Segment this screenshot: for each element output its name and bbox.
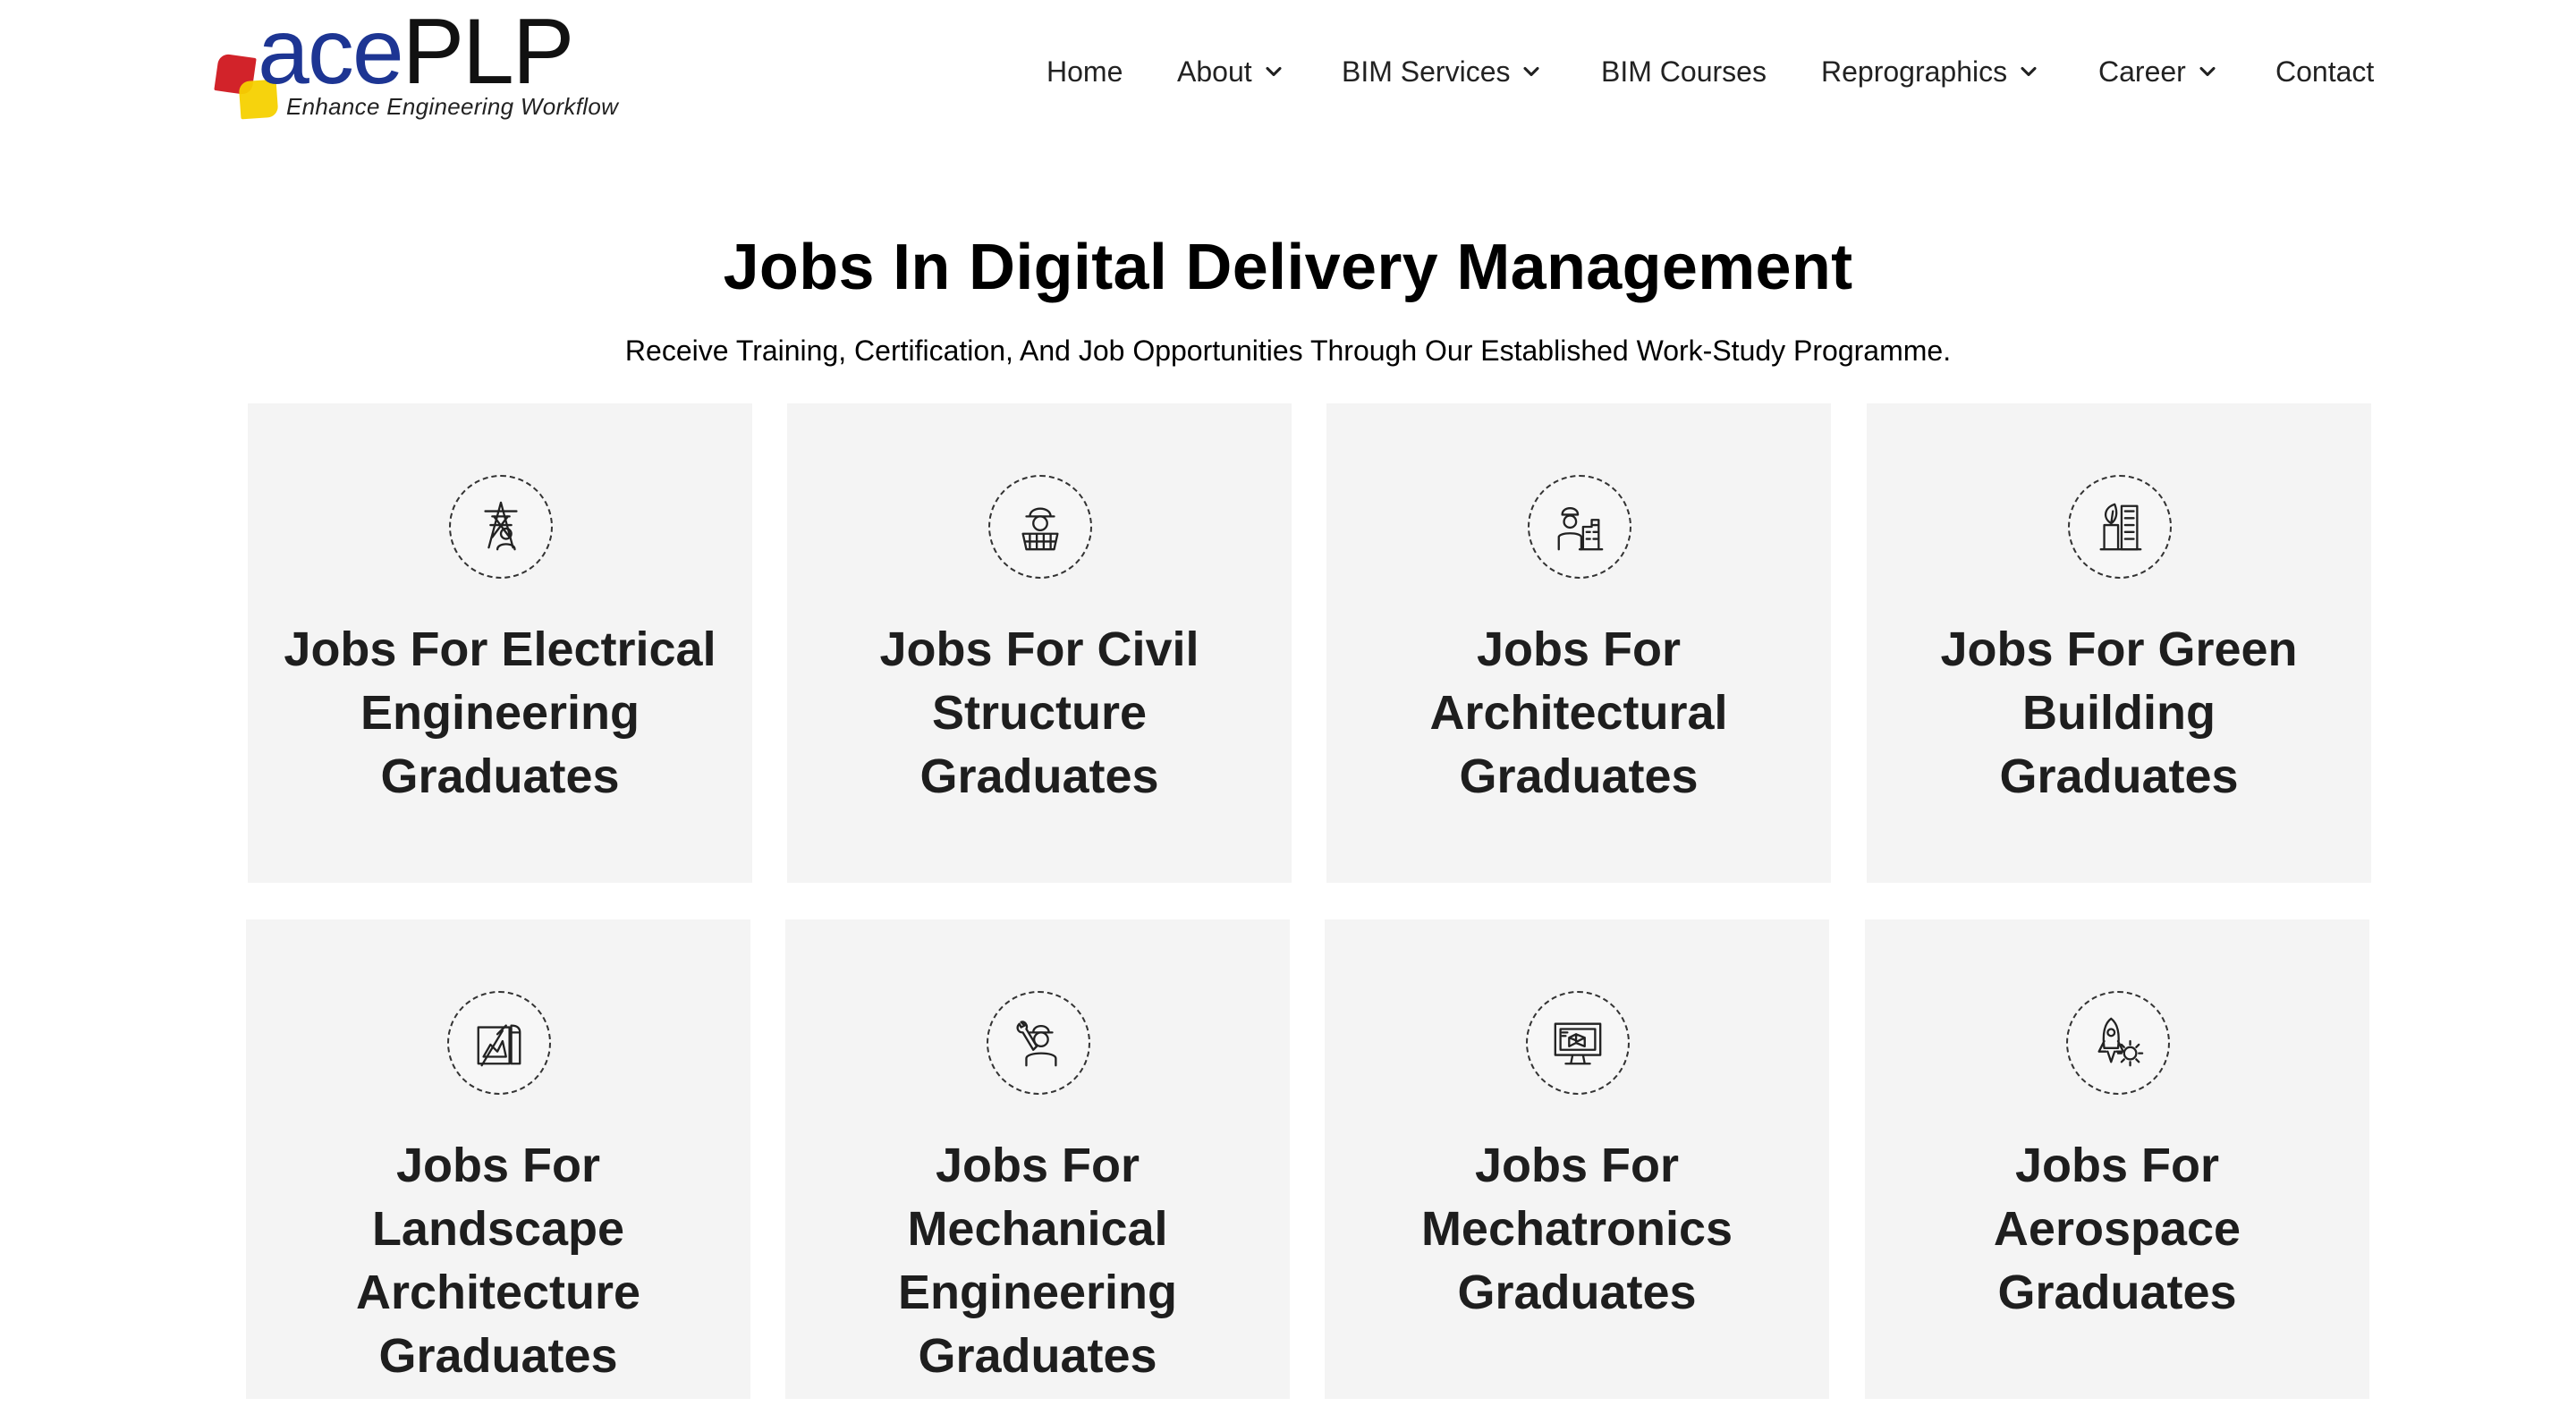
job-card-title-line: Jobs For Landscape — [371, 1139, 625, 1256]
job-card-title-line: Graduates — [378, 1329, 618, 1383]
job-card-title-line: Architecture — [355, 1266, 641, 1319]
job-card-title: Jobs For Green Building Graduates — [1885, 618, 2353, 809]
job-card-title-line: Graduates — [380, 750, 620, 803]
job-card-title: Jobs For Aerospace Graduates — [1883, 1134, 2351, 1325]
nav-item-contact[interactable]: Contact — [2275, 52, 2374, 91]
nav-item-reprographics[interactable]: Reprographics — [1821, 52, 2041, 91]
nav-item-label: BIM Services — [1342, 55, 1511, 88]
job-card-title-line: Engineering — [360, 686, 640, 740]
job-card-title-line: Graduates — [1999, 750, 2239, 803]
electrical-tower-worker-icon — [449, 475, 553, 579]
nav-item-label: Reprographics — [1821, 55, 2008, 88]
job-card-title: Jobs For Civil Structure Graduates — [805, 618, 1274, 809]
job-card-title-line: Aerospace — [1993, 1202, 2241, 1256]
nav-item-label: Contact — [2275, 55, 2375, 88]
job-card-architectural[interactable]: Jobs For Architectural Graduates — [1326, 403, 1831, 883]
job-card-electrical[interactable]: Jobs For Electrical Engineering Graduate… — [248, 403, 752, 883]
nav-item-home[interactable]: Home — [1046, 52, 1123, 91]
nav-item-label: About — [1177, 55, 1252, 88]
job-card-title-line: Graduates — [1459, 750, 1699, 803]
job-card-title: Jobs For Mechatronics Graduates — [1343, 1134, 1811, 1325]
nav-item-career[interactable]: Career — [2098, 52, 2220, 91]
job-card-title-line: Jobs For — [1476, 623, 1682, 676]
nav-item-label: BIM Courses — [1601, 55, 1767, 88]
job-card-title-line: Graduates — [1457, 1266, 1697, 1319]
job-card-civil[interactable]: Jobs For Civil Structure Graduates — [787, 403, 1292, 883]
job-card-title-line: Building — [2022, 686, 2216, 740]
nav-item-label: Home — [1046, 55, 1123, 88]
job-card-aerospace[interactable]: Jobs For Aerospace Graduates — [1865, 919, 2369, 1399]
job-card-title-line: Jobs For — [2014, 1139, 2220, 1192]
civil-engineer-helmet-icon — [988, 475, 1092, 579]
nav-item-label: Career — [2098, 55, 2186, 88]
job-card-title: Jobs For Mechanical Engineering Graduate… — [803, 1134, 1272, 1388]
nav-item-about[interactable]: About — [1177, 52, 1286, 91]
chevron-down-icon — [1266, 66, 1282, 77]
job-card-title-line: Graduates — [918, 1329, 1157, 1383]
job-card-title-line: Mechatronics — [1420, 1202, 1733, 1256]
mechanic-wrench-icon — [987, 991, 1090, 1095]
job-card-mechanical[interactable]: Jobs For Mechanical Engineering Graduate… — [785, 919, 1290, 1399]
job-card-title: Jobs For Landscape Architecture Graduate… — [264, 1134, 733, 1388]
job-card-landscape[interactable]: Jobs For Landscape Architecture Graduate… — [246, 919, 750, 1399]
mechatronics-monitor-icon — [1526, 991, 1630, 1095]
job-card-title-line: Graduates — [919, 750, 1159, 803]
job-card-green-building[interactable]: Jobs For Green Building Graduates — [1867, 403, 2371, 883]
job-card-title-line: Jobs For — [1474, 1139, 1680, 1192]
job-card-title-line: Structure — [931, 686, 1148, 740]
nav-item-bim-courses[interactable]: BIM Courses — [1601, 52, 1767, 91]
job-card-title-line: Jobs For Green — [1940, 623, 2298, 676]
job-card-title-line: Architectural — [1429, 686, 1728, 740]
chevron-down-icon — [2199, 66, 2216, 77]
aerospace-rocket-gear-icon — [2066, 991, 2170, 1095]
job-card-mechatronics[interactable]: Jobs For Mechatronics Graduates — [1325, 919, 1829, 1399]
green-building-icon — [2068, 475, 2172, 579]
chevron-down-icon — [2021, 66, 2037, 77]
page-subtitle: Receive Training, Certification, And Job… — [624, 335, 1952, 367]
page-title: Jobs In Digital Delivery Management — [723, 232, 1853, 303]
main-nav: Home About BIM Services BIM Courses Repr… — [0, 52, 2576, 91]
job-card-title-line: Jobs For Electrical — [284, 623, 716, 676]
job-card-title-line: Jobs For Mechanical — [907, 1139, 1168, 1256]
logo-tagline: Enhance Engineering Workflow — [286, 93, 619, 120]
job-card-title-line: Engineering — [897, 1266, 1178, 1319]
architect-buildings-icon — [1528, 475, 1631, 579]
job-card-title: Jobs For Electrical Engineering Graduate… — [266, 618, 734, 809]
chevron-down-icon — [1523, 66, 1540, 77]
nav-item-bim-services[interactable]: BIM Services — [1342, 52, 1544, 91]
job-card-title-line: Jobs For Civil — [879, 623, 1199, 676]
job-card-title-line: Graduates — [1997, 1266, 2237, 1319]
job-card-title: Jobs For Architectural Graduates — [1344, 618, 1813, 809]
landscape-blueprint-icon — [447, 991, 551, 1095]
